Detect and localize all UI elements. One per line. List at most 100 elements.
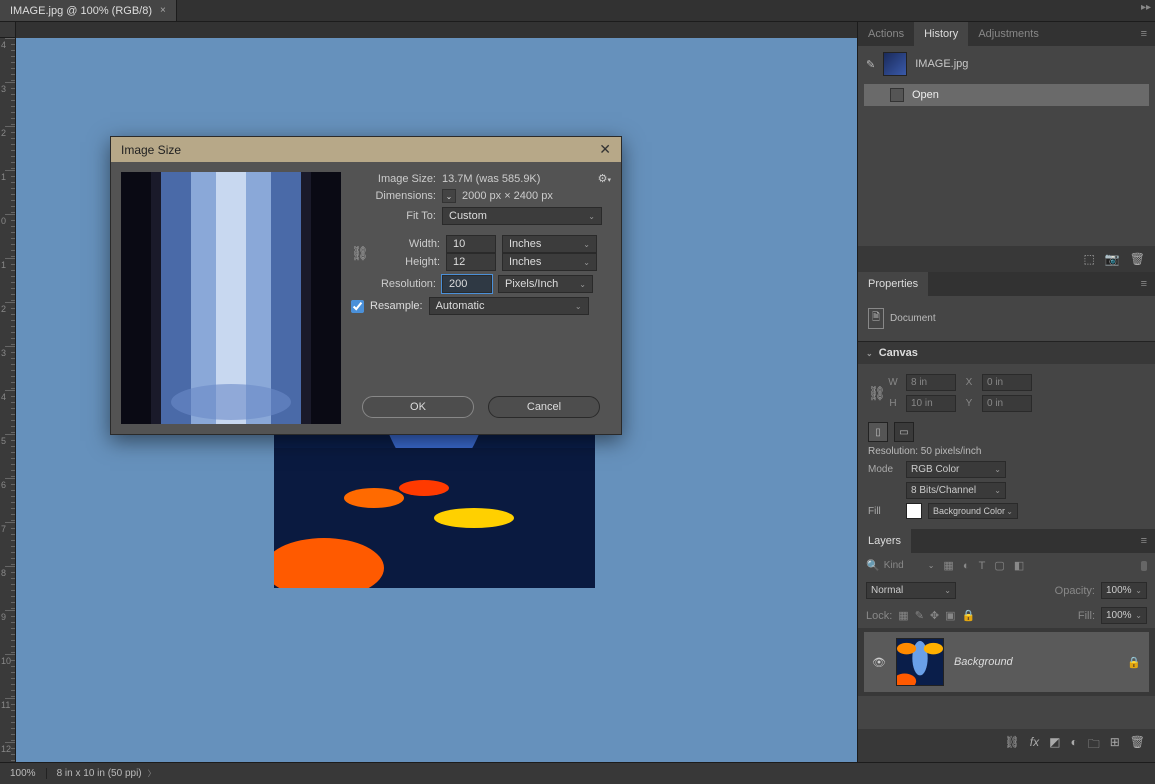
lock-trans-icon[interactable]: ▦ [898, 609, 908, 622]
lock-position-icon[interactable]: ✥ [930, 609, 939, 622]
layer-filter-icons: ▦ ◐ T ▢ ◧ [940, 559, 1027, 572]
filter-adjust-icon[interactable]: ◐ [963, 560, 970, 572]
canvas-section-header[interactable]: ⌄ Canvas [858, 341, 1155, 364]
fill-swatch[interactable] [906, 503, 922, 519]
canvas-link-icon[interactable]: ⛓ [868, 385, 880, 402]
layers-footer-icons: ⛓ fx ◩ ◐ 🗀 ⊞ 🗑 [858, 729, 1155, 762]
dialog-close-icon[interactable]: ✕ [599, 141, 611, 158]
mask-icon[interactable]: ◩ [1049, 735, 1060, 756]
tab-adjustments[interactable]: Adjustments [968, 22, 1049, 46]
fit-to-select[interactable]: Custom⌄ [442, 207, 602, 225]
document-tab[interactable]: IMAGE.jpg @ 100% (RGB/8) × [0, 0, 177, 21]
adjustment-layer-icon[interactable]: ◐ [1070, 735, 1077, 756]
properties-resolution-text: Resolution: 50 pixels/inch [868, 446, 981, 457]
canvas-y-input[interactable] [982, 395, 1032, 412]
height-unit-select[interactable]: Inches⌄ [502, 253, 597, 271]
filter-smart-icon[interactable]: ◧ [1014, 560, 1024, 572]
canvas-y-label: Y [962, 398, 976, 409]
gear-icon[interactable]: ⚙▾ [598, 172, 611, 185]
layer-filter-kind[interactable]: 🔍 ⌄ [866, 559, 934, 572]
resample-label: Resample: [370, 300, 423, 312]
panel-flyout-top[interactable]: ▸▸ [1141, 2, 1151, 13]
canvas-h-input[interactable] [906, 395, 956, 412]
visibility-icon[interactable]: 👁 [872, 656, 886, 669]
new-layer-icon[interactable]: ⊞ [1110, 735, 1120, 756]
resolution-unit-select[interactable]: Pixels/Inch⌄ [498, 275, 593, 293]
history-step-label: Open [912, 89, 939, 101]
cancel-button[interactable]: Cancel [488, 396, 600, 418]
canvas-x-label: X [962, 377, 976, 388]
image-size-value: 13.7M (was 585.9K) [442, 173, 540, 185]
mode-select[interactable]: RGB Color⌄ [906, 461, 1006, 478]
filter-toggle[interactable] [1141, 561, 1147, 571]
opacity-input[interactable]: 100%⌄ [1101, 582, 1147, 599]
open-step-icon [890, 88, 904, 102]
canvas-h-label: H [886, 398, 900, 409]
layers-menu-icon[interactable]: ≡ [1133, 529, 1155, 553]
canvas-x-input[interactable] [982, 374, 1032, 391]
layer-lock-icon[interactable]: 🔒 [1127, 656, 1141, 669]
opacity-label: Opacity: [1055, 585, 1095, 597]
dialog-title-text: Image Size [121, 143, 181, 157]
canvas-w-input[interactable] [906, 374, 956, 391]
dialog-preview[interactable] [121, 172, 341, 424]
create-document-icon[interactable]: ⬚ [1083, 252, 1094, 266]
delete-layer-icon[interactable]: 🗑 [1130, 735, 1145, 756]
link-layers-icon[interactable]: ⛓ [1005, 735, 1020, 756]
history-filename: IMAGE.jpg [915, 58, 968, 70]
ok-button[interactable]: OK [362, 396, 474, 418]
lock-all-icon[interactable]: 🔒 [962, 609, 976, 622]
filter-shape-icon[interactable]: ▢ [994, 560, 1004, 572]
resolution-input[interactable] [442, 275, 492, 293]
history-snapshot[interactable]: ✎ IMAGE.jpg [858, 46, 1155, 82]
width-unit-select[interactable]: Inches⌄ [502, 235, 597, 253]
constrain-link-icon[interactable]: ⛓ [351, 245, 363, 262]
trash-icon[interactable]: 🗑 [1130, 252, 1145, 266]
blend-mode-select[interactable]: Normal⌄ [866, 582, 956, 599]
fill-select[interactable]: Background Color⌄ [928, 503, 1018, 519]
resample-checkbox[interactable] [351, 300, 364, 313]
canvas-section-label: Canvas [879, 347, 918, 359]
properties-tabs: Properties ≡ [858, 272, 1155, 296]
panel-menu-icon[interactable]: ≡ [1133, 22, 1155, 46]
chevron-down-icon: ⌄ [866, 349, 873, 358]
top-panel-tabs: Actions History Adjustments ≡ [858, 22, 1155, 46]
dimensions-label: Dimensions: [351, 190, 436, 202]
document-icon: 🗎 [868, 308, 884, 329]
layer-thumb [896, 638, 944, 686]
filter-type-icon[interactable]: T [979, 560, 986, 572]
history-footer-icons: ⬚ 📷 🗑 [858, 246, 1155, 272]
resample-select[interactable]: Automatic⌄ [429, 297, 589, 315]
fx-icon[interactable]: fx [1030, 735, 1039, 756]
properties-menu-icon[interactable]: ≡ [1133, 272, 1155, 296]
snapshot-icon[interactable]: 📷 [1105, 252, 1120, 266]
tab-properties[interactable]: Properties [858, 272, 928, 296]
dialog-titlebar[interactable]: Image Size ✕ [111, 137, 621, 162]
depth-select[interactable]: 8 Bits/Channel⌄ [906, 482, 1006, 499]
resolution-label: Resolution: [351, 278, 436, 290]
tab-actions[interactable]: Actions [858, 22, 914, 46]
ruler-corner [0, 22, 16, 38]
width-input[interactable] [446, 235, 496, 253]
tab-history[interactable]: History [914, 22, 968, 46]
group-icon[interactable]: 🗀 [1088, 735, 1100, 756]
layer-fill-input[interactable]: 100%⌄ [1101, 607, 1147, 624]
orientation-landscape-button[interactable]: ▭ [894, 422, 914, 442]
status-bar: 100% 8 in x 10 in (50 ppi) 〉 [0, 762, 1155, 784]
search-icon: 🔍 [866, 559, 880, 572]
canvas-w-label: W [886, 377, 900, 388]
tab-layers[interactable]: Layers [858, 529, 911, 553]
ruler-vertical[interactable]: 43210123456789101112 [0, 38, 16, 762]
close-tab-icon[interactable]: × [160, 5, 166, 16]
mode-label: Mode [868, 464, 900, 475]
layer-kind-input[interactable] [884, 560, 924, 571]
layer-background[interactable]: 👁 Background 🔒 [864, 632, 1149, 692]
history-step-open[interactable]: Open [864, 84, 1149, 106]
height-input[interactable] [446, 253, 496, 271]
lock-artboard-icon[interactable]: ▣ [945, 609, 955, 622]
orientation-portrait-button[interactable]: ▯ [868, 422, 888, 442]
dimensions-toggle[interactable]: ⌄ [442, 189, 456, 203]
filter-pixel-icon[interactable]: ▦ [943, 560, 953, 572]
lock-paint-icon[interactable]: ✎ [915, 609, 924, 622]
image-size-dialog: Image Size ✕ Image Size: 13.7M (was 585.… [110, 136, 622, 435]
